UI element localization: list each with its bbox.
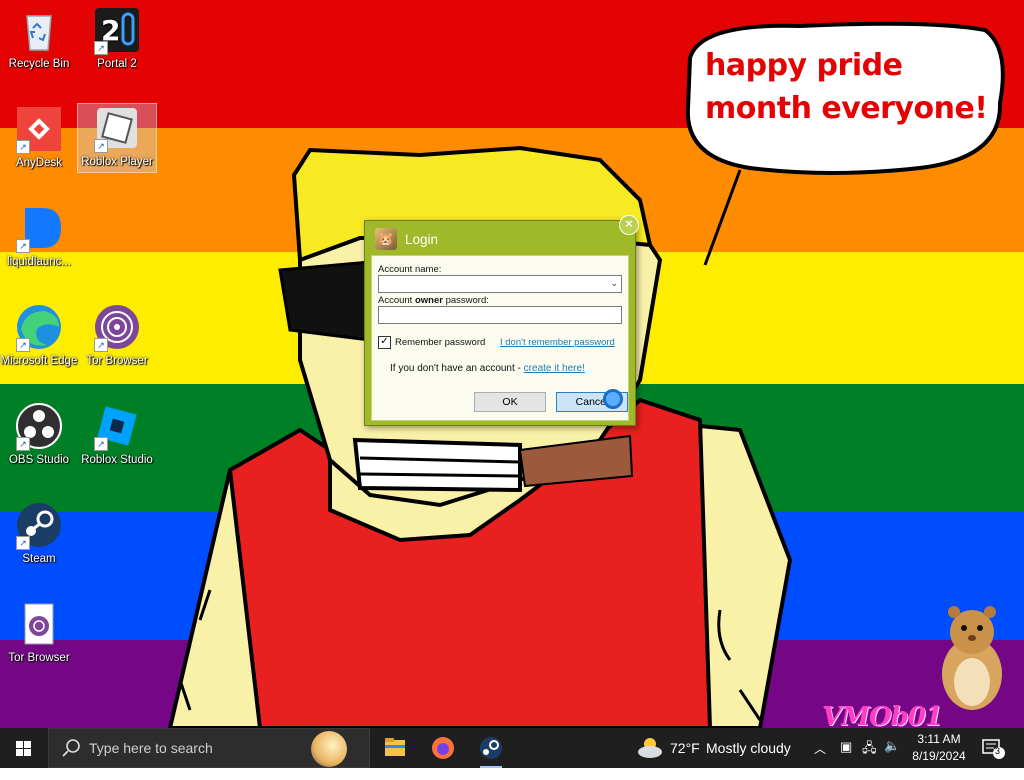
edge-icon: ↗ (15, 303, 63, 352)
desktop-icon-label: Tor Browser (8, 652, 70, 664)
app-icon: 🐹 (375, 228, 397, 250)
notification-count: 3 (995, 746, 1001, 756)
shortcut-arrow-icon: ↗ (94, 338, 108, 352)
taskbar-clock[interactable]: 3:11 AM 8/19/2024 (900, 731, 978, 765)
clock-date: 8/19/2024 (912, 749, 966, 763)
show-hidden-icons-button[interactable]: ︿ (814, 740, 826, 780)
desktop-icon-liquidlauncher[interactable]: ↗ liquidlaunc... (0, 204, 78, 269)
shortcut-arrow-icon: ↗ (16, 536, 30, 550)
close-icon[interactable]: × (619, 215, 639, 235)
speech-bubble-text: happy pride month everyone! (705, 48, 988, 126)
partly-cloudy-icon (638, 738, 662, 758)
taskbar: Type here to search 72°F Mostly cloudy ︿… (0, 728, 1024, 768)
desktop-icon-roblox-studio[interactable]: ↗ Roblox Studio (78, 402, 156, 467)
search-icon (62, 739, 80, 757)
create-account-link[interactable]: create it here! (524, 363, 585, 374)
shortcut-arrow-icon: ↗ (16, 239, 30, 253)
desktop-icon-label: liquidlaunc... (7, 256, 71, 268)
password-label-pre: Account (378, 295, 415, 306)
shortcut-arrow-icon: ↗ (16, 437, 30, 451)
desktop-icon-portal-2[interactable]: 2 ↗ Portal 2 (78, 6, 156, 71)
desktop-icon-obs-studio[interactable]: ↗ OBS Studio (0, 402, 78, 467)
search-placeholder: Type here to search (89, 740, 213, 756)
dialog-title-bar[interactable]: 🐹 Login (375, 227, 438, 251)
file-explorer-icon (385, 738, 405, 756)
shortcut-arrow-icon: ↗ (94, 139, 108, 153)
chevron-down-icon[interactable]: ⌄ (610, 278, 618, 289)
steam-icon (480, 737, 502, 759)
tor-browser-file-icon (15, 600, 63, 648)
account-name-combo[interactable]: ⌄ (378, 275, 622, 293)
remember-password-label[interactable]: Remember password (395, 337, 485, 348)
search-highlight-image (311, 731, 347, 767)
desktop-icon-label: OBS Studio (8, 454, 70, 466)
login-dialog: 🐹 Login × Account name: ⌄ Account owner … (364, 215, 639, 426)
desktop-icon-anydesk[interactable]: ↗ AnyDesk (0, 105, 78, 170)
dialog-body: Account name: ⌄ Account owner password: … (371, 255, 629, 421)
network-icon: 🖧 (862, 740, 877, 755)
tor-browser-icon: ↗ (93, 303, 141, 352)
clock-time: 3:11 AM (917, 732, 961, 746)
anydesk-icon: ↗ (15, 105, 63, 154)
weather-temperature: 72°F (670, 740, 700, 756)
dialog-title: Login (405, 231, 439, 247)
firefox-icon (432, 737, 454, 759)
shortcut-arrow-icon: ↗ (16, 338, 30, 352)
desktop-icon-label: Roblox Studio (81, 454, 153, 466)
tray-volume[interactable]: 🔈 (884, 738, 900, 778)
desktop-icon-roblox-player[interactable]: ↗ Roblox Player (77, 103, 157, 173)
desktop-icon-label: Tor Browser (86, 355, 148, 367)
desktop-icon-tor-browser-folder[interactable]: Tor Browser (0, 600, 78, 665)
ok-button[interactable]: OK (474, 392, 546, 412)
recycle-bin-icon (15, 6, 63, 54)
weather-description: Mostly cloudy (706, 740, 791, 756)
notification-center-button[interactable]: 3 (980, 738, 1016, 765)
liquidlauncher-icon: ↗ (15, 204, 63, 253)
start-button[interactable] (0, 728, 48, 768)
hamster-sticker (942, 606, 1002, 710)
password-label: Account owner password: (378, 295, 489, 306)
password-label-post: password: (442, 295, 489, 306)
taskbar-search-box[interactable]: Type here to search (48, 728, 370, 768)
no-account-text: If you don't have an account - create it… (390, 363, 585, 374)
cursor-indicator (603, 389, 623, 409)
desktop-icon-label: Microsoft Edge (0, 355, 78, 367)
taskbar-firefox[interactable] (420, 728, 466, 768)
desktop-icon-label: AnyDesk (15, 157, 63, 169)
desktop-icon-label: Roblox Player (81, 156, 153, 168)
tray-network[interactable]: 🖧 (862, 739, 877, 779)
forgot-password-link[interactable]: I don't remember password (500, 337, 615, 348)
no-account-prefix: If you don't have an account - (390, 363, 524, 374)
shortcut-arrow-icon: ↗ (94, 41, 108, 55)
password-field[interactable] (378, 306, 622, 324)
camera-icon: ▣ (840, 739, 853, 754)
desktop-icon-tor-browser[interactable]: ↗ Tor Browser (78, 303, 156, 368)
shortcut-arrow-icon: ↗ (16, 140, 30, 154)
roblox-player-icon: ↗ (93, 104, 141, 153)
taskbar-steam[interactable] (468, 728, 514, 768)
steam-icon: ↗ (15, 501, 63, 550)
desktop-icon-recycle-bin[interactable]: Recycle Bin (0, 6, 78, 71)
account-name-label: Account name: (378, 264, 442, 275)
desktop-icon-label: Recycle Bin (8, 58, 70, 70)
desktop-icon-microsoft-edge[interactable]: ↗ Microsoft Edge (0, 303, 78, 368)
desktop: happy pride month everyone! Recycle Bin … (0, 0, 1024, 728)
portal-2-icon: 2 ↗ (93, 6, 141, 55)
remember-password-checkbox[interactable]: ✓ (378, 336, 391, 349)
watermark-text: VMOb01 (822, 702, 943, 728)
password-label-bold: owner (414, 295, 443, 306)
tray-meet-now[interactable]: ▣ (840, 739, 852, 779)
volume-muted-icon: 🔈 (884, 738, 901, 753)
shortcut-arrow-icon: ↗ (94, 437, 108, 451)
windows-logo-icon (16, 741, 31, 756)
desktop-icon-label: Portal 2 (97, 58, 137, 70)
desktop-icon-label: Steam (22, 553, 56, 565)
taskbar-file-explorer[interactable] (372, 728, 418, 768)
roblox-studio-icon: ↗ (93, 402, 141, 451)
desktop-icon-steam[interactable]: ↗ Steam (0, 501, 78, 566)
chevron-up-icon: ︿ (814, 742, 827, 756)
obs-studio-icon: ↗ (15, 402, 63, 451)
